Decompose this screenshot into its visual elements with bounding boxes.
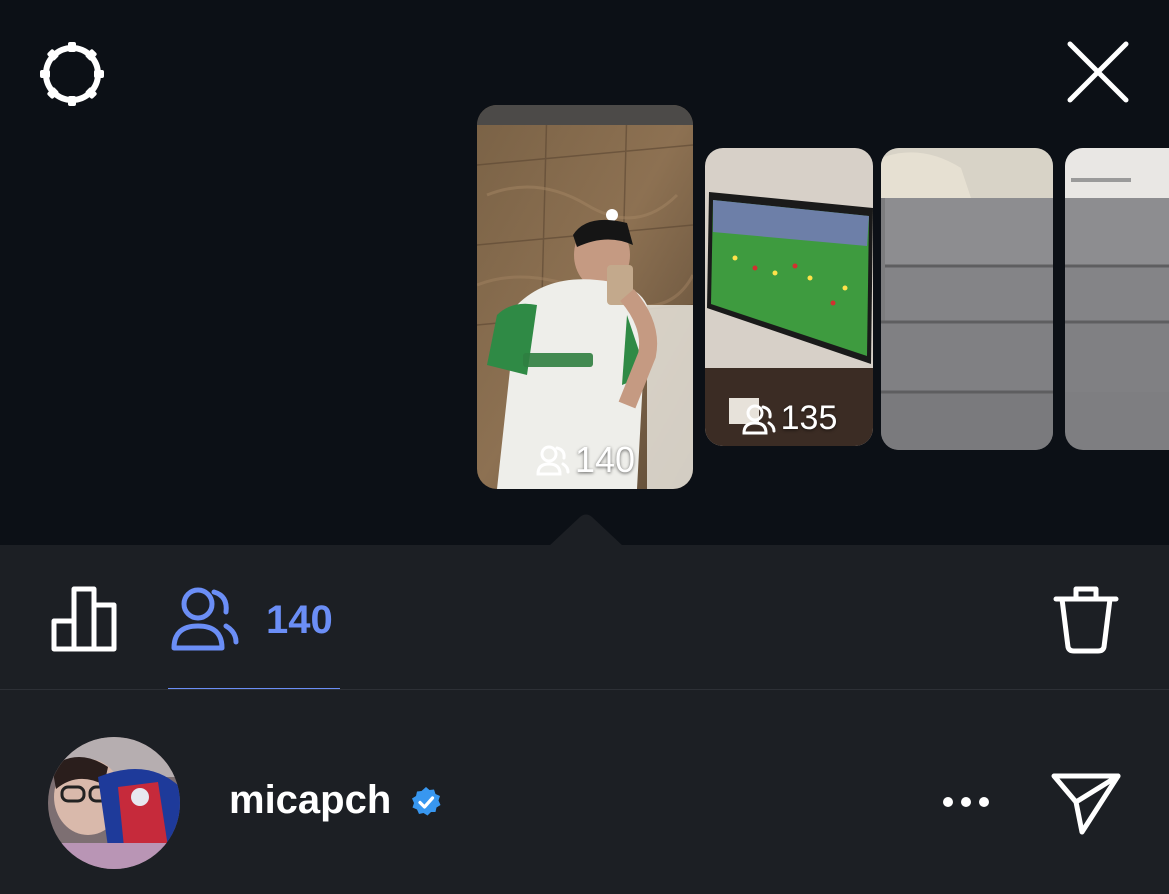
gear-icon[interactable] [36,38,108,110]
more-options-icon[interactable] [936,780,996,824]
story-viewers-overlay: 135 [705,399,873,438]
send-message-icon[interactable] [1048,768,1124,840]
story-viewers-overlay: 140 [477,439,693,481]
viewers-icon [742,404,776,434]
story-thumbnail[interactable]: 135 [705,148,873,446]
story-image [1065,148,1169,450]
viewers-count: 140 [266,598,333,642]
story-thumbnail[interactable] [1065,148,1169,450]
bar-chart-icon[interactable] [48,583,120,655]
story-image [477,105,693,489]
story-thumbnail[interactable] [881,148,1053,450]
divider [0,689,1169,690]
close-icon[interactable] [1062,38,1134,110]
story-viewers-count: 135 [780,399,838,437]
viewers-icon [536,445,570,476]
story-image [881,148,1053,450]
trash-icon[interactable] [1050,583,1122,655]
tab-viewers[interactable]: 140 [168,580,340,690]
avatar[interactable] [48,737,180,869]
selection-pointer [548,514,624,547]
story-viewers-count: 140 [574,439,636,480]
viewers-icon [171,587,239,651]
viewer-username[interactable]: micapch [229,774,391,826]
verified-badge-icon [412,787,441,816]
story-thumbnail-selected[interactable]: 140 [477,105,693,489]
story-viewers-screen: 140 135 140 micapch [0,0,1169,894]
